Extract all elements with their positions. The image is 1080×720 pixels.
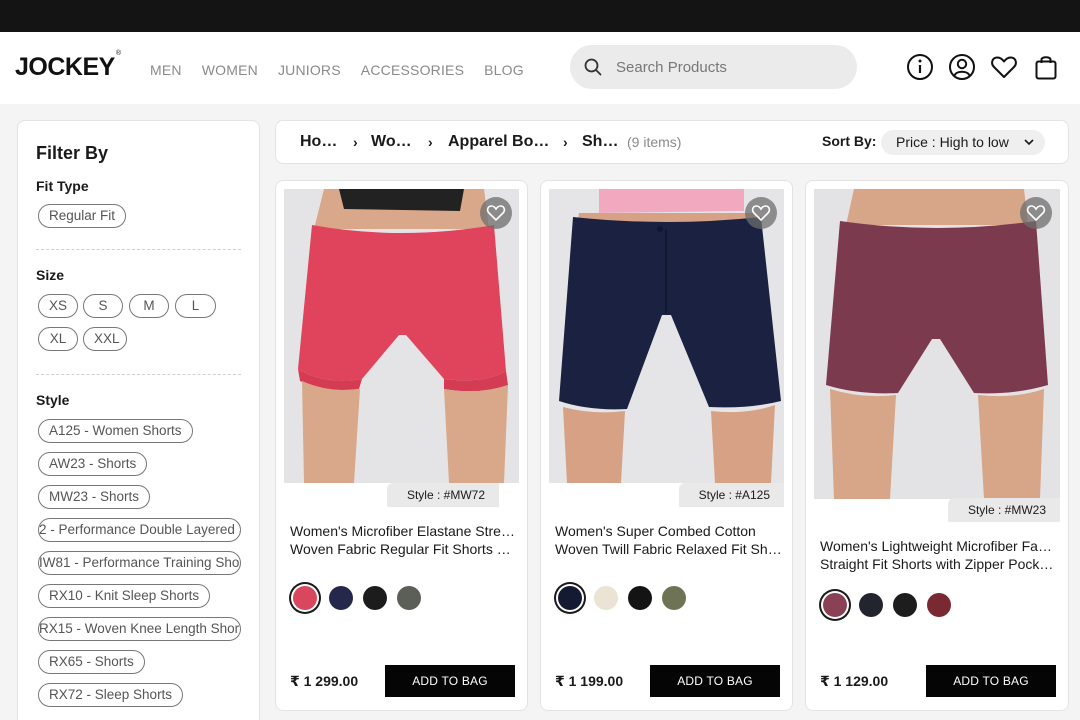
product-name[interactable]: Women's Microfiber Elastane Stretch Wove… — [290, 522, 518, 558]
chevron-down-icon — [1024, 139, 1034, 146]
account-icon[interactable] — [948, 52, 976, 82]
add-to-bag-button[interactable]: ADD TO BAG — [650, 665, 780, 697]
search-input[interactable] — [616, 45, 846, 89]
color-swatch[interactable] — [558, 586, 582, 610]
nav-item-juniors[interactable]: JUNIORS — [278, 62, 341, 78]
product-card[interactable]: Style : #MW23 Women's Lightweight Microf… — [805, 180, 1069, 711]
product-card[interactable]: Style : #MW72 Women's Microfiber Elastan… — [275, 180, 528, 711]
nav-item-accessories[interactable]: ACCESSORIES — [361, 62, 464, 78]
nav-item-men[interactable]: MEN — [150, 62, 182, 78]
chevron-right-icon: › — [428, 134, 433, 150]
size-chip-m[interactable]: M — [129, 294, 169, 318]
color-swatch[interactable] — [329, 586, 353, 610]
color-swatch[interactable] — [662, 586, 686, 610]
size-chip-l[interactable]: L — [175, 294, 216, 318]
jockey-logo[interactable]: JOCKEY® — [15, 50, 121, 82]
style-code-badge: Style : #MW23 — [947, 498, 1060, 522]
shopping-bag-icon[interactable] — [1032, 52, 1060, 82]
color-swatch[interactable] — [859, 593, 883, 617]
filter-panel: Filter By Fit Type Regular Fit Size XS S… — [17, 120, 260, 720]
main-nav: MEN WOMEN JUNIORS ACCESSORIES BLOG — [150, 62, 524, 78]
breadcrumb-bar: Ho… › Wo… › Apparel Bo… › Sh… (9 items) … — [275, 120, 1069, 164]
breadcrumb-women[interactable]: Wo… — [371, 133, 412, 151]
color-swatch[interactable] — [927, 593, 951, 617]
header-icons — [906, 52, 1060, 82]
nav-item-blog[interactable]: BLOG — [484, 62, 524, 78]
filter-divider — [36, 249, 241, 250]
filter-divider — [36, 374, 241, 375]
size-chip-xxl[interactable]: XXL — [83, 327, 127, 351]
style-chip-rx10[interactable]: RX10 - Knit Sleep Shorts — [38, 584, 211, 608]
chevron-right-icon: › — [563, 134, 568, 150]
info-icon[interactable] — [906, 52, 934, 82]
color-swatch[interactable] — [397, 586, 421, 610]
product-price: ₹ 1 199.00 — [555, 673, 624, 689]
style-chip-iw81[interactable]: IW81 - Performance Training Shor — [38, 551, 241, 575]
product-image[interactable] — [814, 189, 1060, 499]
breadcrumb-shorts[interactable]: Sh… — [582, 133, 618, 151]
add-to-bag-button[interactable]: ADD TO BAG — [926, 665, 1056, 697]
nav-item-women[interactable]: WOMEN — [202, 62, 258, 78]
product-image[interactable] — [284, 189, 519, 483]
style-chip-rx65[interactable]: RX65 - Shorts — [38, 650, 145, 674]
style-chip-rx15[interactable]: RX15 - Woven Knee Length Shorts — [38, 617, 241, 641]
filter-chip-regular-fit[interactable]: Regular Fit — [38, 204, 127, 228]
add-to-bag-button[interactable]: ADD TO BAG — [385, 665, 515, 697]
color-swatches — [556, 586, 686, 610]
product-image[interactable] — [549, 189, 784, 483]
size-chip-s[interactable]: S — [83, 294, 123, 318]
style-chip-performance-double-layered[interactable]: 2 - Performance Double Layered S — [38, 518, 241, 542]
breadcrumb-home[interactable]: Ho… — [300, 133, 337, 151]
product-name[interactable]: Women's Super Combed Cotton Woven Twill … — [555, 522, 783, 558]
style-chip-mw23[interactable]: MW23 - Shorts — [38, 485, 151, 509]
sort-label: Sort By: — [822, 133, 877, 149]
filter-title: Filter By — [36, 143, 109, 163]
product-card[interactable]: Style : #A125 Women's Super Combed Cotto… — [540, 180, 793, 711]
sort-value: Price : High to low — [896, 134, 1009, 150]
product-name[interactable]: Women's Lightweight Microfiber Fabric St… — [820, 537, 1058, 573]
product-price: ₹ 1 299.00 — [290, 673, 359, 689]
fit-type-heading: Fit Type — [36, 178, 89, 194]
wishlist-heart-icon[interactable] — [745, 197, 777, 229]
search-bar — [570, 45, 857, 89]
color-swatches — [821, 593, 951, 617]
size-chip-xs[interactable]: XS — [38, 294, 78, 318]
breadcrumb-apparel-bottoms[interactable]: Apparel Bo… — [448, 133, 549, 151]
color-swatches — [291, 586, 421, 610]
style-code-badge: Style : #A125 — [678, 483, 784, 507]
color-swatch[interactable] — [628, 586, 652, 610]
wishlist-heart-icon[interactable] — [990, 52, 1018, 82]
color-swatch[interactable] — [293, 586, 317, 610]
chevron-right-icon: › — [353, 134, 358, 150]
search-icon[interactable] — [584, 58, 602, 76]
color-swatch[interactable] — [594, 586, 618, 610]
size-chip-xl[interactable]: XL — [38, 327, 78, 351]
color-swatch[interactable] — [363, 586, 387, 610]
style-chip-a125[interactable]: A125 - Women Shorts — [38, 419, 193, 443]
color-swatch[interactable] — [823, 593, 847, 617]
wishlist-heart-icon[interactable] — [480, 197, 512, 229]
style-chip-aw23[interactable]: AW23 - Shorts — [38, 452, 148, 476]
sort-dropdown[interactable]: Price : High to low — [881, 130, 1045, 155]
style-chip-rx72[interactable]: RX72 - Sleep Shorts — [38, 683, 184, 707]
size-heading: Size — [36, 267, 65, 283]
wishlist-heart-icon[interactable] — [1020, 197, 1052, 229]
item-count: (9 items) — [627, 134, 682, 150]
top-announcement-bar — [0, 0, 1080, 32]
style-heading: Style — [36, 392, 70, 408]
product-price: ₹ 1 129.00 — [820, 673, 889, 689]
color-swatch[interactable] — [893, 593, 917, 617]
site-header: JOCKEY® MEN WOMEN JUNIORS ACCESSORIES BL… — [0, 32, 1080, 104]
style-code-badge: Style : #MW72 — [386, 483, 499, 507]
